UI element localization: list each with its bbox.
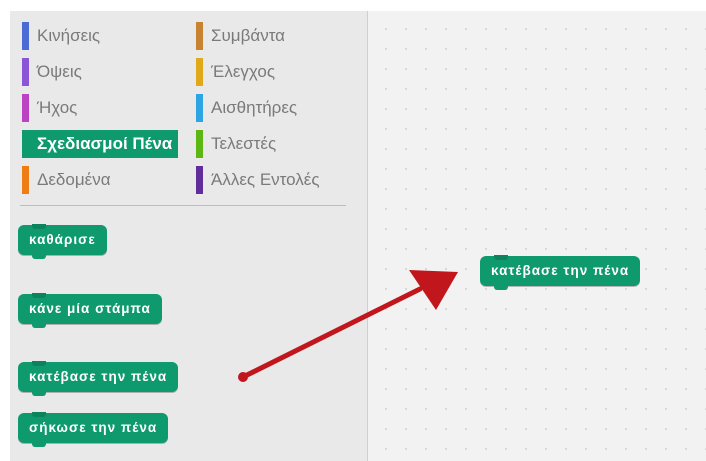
category-data[interactable]: Δεδομένα: [22, 166, 111, 194]
category-divider: [20, 205, 346, 206]
block-pen-down[interactable]: κατέβασε την πένα: [18, 362, 179, 396]
category-control[interactable]: Έλεγχος: [196, 58, 275, 86]
category-label: Κινήσεις: [37, 26, 101, 45]
block-pen-up[interactable]: σήκωσε την πένα: [18, 413, 169, 447]
category-events[interactable]: Συμβάντα: [196, 22, 285, 50]
category-color-swatch: [196, 130, 203, 158]
category-motion[interactable]: Κινήσεις: [22, 22, 100, 50]
category-color-swatch: [22, 130, 29, 158]
category-pen[interactable]: Σχεδιασμοί Πένα: [22, 130, 178, 158]
script-block-pen-down[interactable]: κατέβασε την πένα: [480, 256, 641, 290]
category-color-swatch: [22, 94, 29, 122]
category-color-swatch: [22, 166, 29, 194]
category-label: Συμβάντα: [211, 26, 286, 45]
category-label: Όψεις: [37, 62, 82, 81]
category-label: Αισθητήρες: [211, 98, 298, 117]
category-color-swatch: [196, 94, 203, 122]
category-more-blocks[interactable]: Άλλες Εντολές: [196, 166, 320, 194]
category-label: Δεδομένα: [37, 170, 111, 189]
category-label: Τελεστές: [211, 134, 277, 153]
category-sensing[interactable]: Αισθητήρες: [196, 94, 297, 122]
category-label: Έλεγχος: [211, 62, 276, 81]
category-label: Ήχος: [37, 98, 78, 117]
category-color-swatch: [196, 166, 203, 194]
category-operators[interactable]: Τελεστές: [196, 130, 276, 158]
scripts-area[interactable]: [367, 11, 706, 461]
category-label: Σχεδιασμοί Πένα: [37, 134, 173, 153]
category-color-swatch: [196, 58, 203, 86]
category-label: Άλλες Εντολές: [211, 170, 320, 189]
block-clear[interactable]: καθάρισε: [18, 225, 107, 259]
category-looks[interactable]: Όψεις: [22, 58, 82, 86]
category-color-swatch: [22, 58, 29, 86]
category-color-swatch: [196, 22, 203, 50]
category-sound[interactable]: Ήχος: [22, 94, 77, 122]
block-stamp[interactable]: κάνε μία στάμπα: [18, 294, 162, 328]
category-color-swatch: [22, 22, 29, 50]
